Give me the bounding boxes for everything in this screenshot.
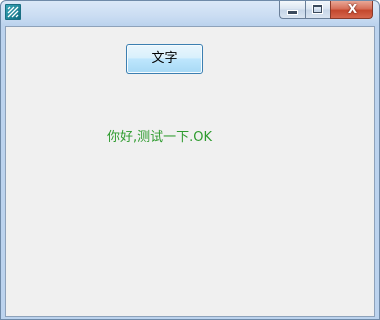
client-area: 文字 你好,测试一下.OK: [5, 26, 375, 317]
caption-buttons: X: [279, 1, 373, 19]
maximize-icon: [313, 5, 322, 13]
text-button[interactable]: 文字: [126, 44, 203, 74]
app-window: X 文字 你好,测试一下.OK: [0, 0, 380, 320]
close-button[interactable]: X: [330, 1, 373, 19]
maximize-button[interactable]: [305, 1, 330, 19]
minimize-button[interactable]: [279, 1, 305, 19]
app-icon[interactable]: [5, 4, 21, 20]
greeting-label: 你好,测试一下.OK: [107, 130, 213, 145]
minimize-icon: [288, 11, 297, 14]
close-icon: X: [347, 2, 358, 16]
title-bar[interactable]: X: [1, 1, 379, 25]
